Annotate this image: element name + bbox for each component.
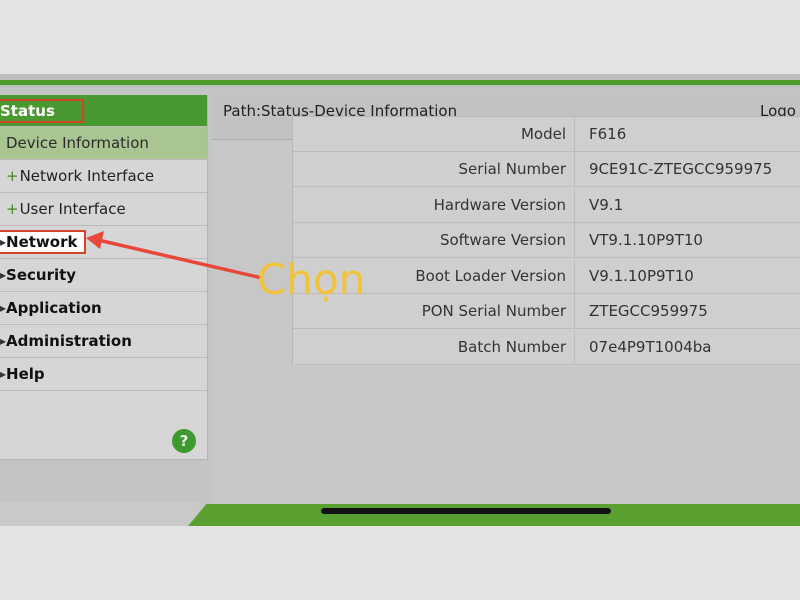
sidebar-item-network-label: Network: [6, 233, 78, 251]
table-row: Model F616: [293, 117, 800, 152]
sidebar-item-label: Administration: [6, 332, 132, 350]
row-label: Software Version: [293, 223, 575, 258]
row-value: 9CE91C-ZTEGCC959975: [589, 160, 773, 178]
sidebar-item-status-label: Status: [0, 102, 55, 120]
sidebar-item-device-information[interactable]: Device Information: [0, 127, 207, 160]
help-glyph: ?: [179, 432, 189, 450]
table-row: PON Serial Number ZTEGCC959975: [293, 294, 800, 329]
table-row: Boot Loader Version V9.1.10P9T10: [293, 259, 800, 294]
sidebar-item-label: Security: [6, 266, 77, 284]
row-value: V9.1: [589, 196, 624, 214]
sidebar-item-label: User Interface: [19, 200, 126, 218]
network-highlight-box: ▸ Network: [0, 230, 86, 254]
row-value: V9.1.10P9T10: [589, 267, 694, 285]
row-value: F616: [589, 125, 627, 143]
bottom-frame-left: [0, 502, 200, 526]
table-row: Batch Number 07e4P9T1004ba: [293, 330, 800, 365]
help-question-icon[interactable]: ?: [172, 429, 196, 453]
top-green-stripe: [0, 80, 800, 85]
sidebar-item-network-interface[interactable]: + Network Interface: [0, 160, 207, 193]
expand-plus-icon: +: [6, 167, 19, 185]
home-indicator-bar[interactable]: [321, 508, 611, 514]
status-highlight-box: Status: [0, 99, 84, 123]
sidebar-menu: Status Device Information + Network Inte…: [0, 95, 208, 460]
sidebar-item-network[interactable]: ▸ Network: [0, 226, 207, 259]
sidebar-item-help[interactable]: ▸ Help: [0, 358, 207, 391]
sidebar-item-label: Application: [6, 299, 102, 317]
table-row: Serial Number 9CE91C-ZTEGCC959975: [293, 152, 800, 187]
sidebar-item-label: Help: [6, 365, 45, 383]
sidebar-item-application[interactable]: ▸ Application: [0, 292, 207, 325]
sidebar-item-user-interface[interactable]: + User Interface: [0, 193, 207, 226]
table-row: Software Version VT9.1.10P9T10: [293, 223, 800, 258]
sidebar-item-security[interactable]: ▸ Security: [0, 259, 207, 292]
row-label: Model: [293, 117, 575, 152]
expand-plus-icon: +: [6, 200, 19, 218]
row-label: Hardware Version: [293, 188, 575, 223]
sidebar-item-label: Device Information: [6, 134, 149, 152]
sidebar-item-label: Network Interface: [19, 167, 155, 185]
row-label: Serial Number: [293, 152, 575, 187]
table-row: Hardware Version V9.1: [293, 188, 800, 223]
row-value: 07e4P9T1004ba: [589, 338, 712, 356]
device-info-table: Model F616 Serial Number 9CE91C-ZTEGCC95…: [292, 116, 800, 366]
annotation-label: Chọn: [257, 255, 366, 304]
row-value: VT9.1.10P9T10: [589, 231, 703, 249]
sidebar-item-status[interactable]: Status: [0, 95, 207, 127]
sidebar-item-administration[interactable]: ▸ Administration: [0, 325, 207, 358]
row-label: Batch Number: [293, 330, 575, 365]
row-value: ZTEGCC959975: [589, 302, 708, 320]
